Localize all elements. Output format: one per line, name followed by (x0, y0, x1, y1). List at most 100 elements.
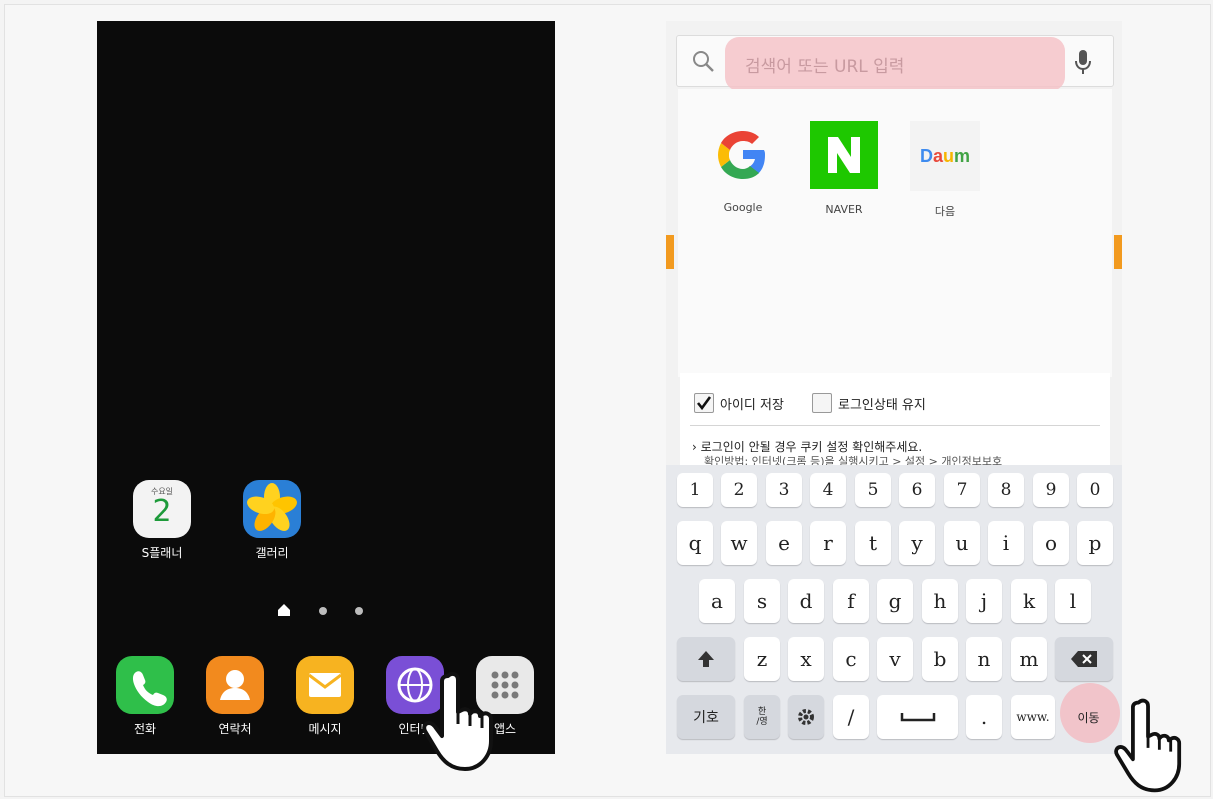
save-id-checkbox[interactable] (694, 393, 714, 413)
key-8[interactable]: 8 (988, 473, 1024, 507)
contacts-icon (206, 656, 264, 714)
key-b[interactable]: b (922, 637, 958, 681)
quick-access-panel: Google NAVER Daum 다음 (678, 89, 1112, 377)
quick-link-label: Google (723, 201, 763, 214)
key-j[interactable]: j (966, 579, 1002, 623)
app-s-planner[interactable]: 수요일 2 S플래너 (117, 480, 207, 561)
url-bar[interactable]: 검색어 또는 URL 입력 (676, 35, 1114, 91)
phone-icon (116, 656, 174, 714)
key-v[interactable]: v (877, 637, 913, 681)
key-e[interactable]: e (766, 521, 802, 565)
save-id-label: 아이디 저장 (720, 398, 784, 413)
divider (690, 425, 1100, 426)
key-k[interactable]: k (1011, 579, 1047, 623)
keyboard: 1 2 3 4 5 6 7 8 9 0 q w e r t y u i o p … (666, 465, 1122, 754)
gallery-icon (243, 480, 301, 538)
key-t[interactable]: t (855, 521, 891, 565)
message-icon (296, 656, 354, 714)
go-key[interactable]: 이동 (1064, 695, 1113, 739)
lang-top-label: 한 (757, 707, 767, 717)
browser-screen: 검색어 또는 URL 입력 Google NAVER Daum 다음 아이디 저… (666, 21, 1122, 754)
key-x[interactable]: x (788, 637, 824, 681)
microphone-icon[interactable] (1075, 49, 1091, 75)
space-icon (900, 713, 935, 722)
quick-link-daum[interactable]: Daum 다음 (900, 121, 990, 219)
backspace-key[interactable] (1055, 637, 1113, 681)
page-dot (355, 607, 363, 615)
key-5[interactable]: 5 (855, 473, 891, 507)
key-2[interactable]: 2 (721, 473, 757, 507)
quick-link-label: NAVER (825, 203, 863, 216)
search-icon (693, 51, 714, 72)
checkmark-icon (696, 396, 712, 411)
quick-link-label: 다음 (934, 205, 956, 218)
search-input[interactable]: 검색어 또는 URL 입력 (745, 52, 904, 77)
key-p[interactable]: p (1077, 521, 1113, 565)
key-n[interactable]: n (966, 637, 1002, 681)
quick-link-google[interactable]: Google (698, 123, 788, 214)
key-u[interactable]: u (944, 521, 980, 565)
key-f[interactable]: f (833, 579, 869, 623)
settings-key[interactable] (788, 695, 824, 739)
key-6[interactable]: 6 (899, 473, 935, 507)
key-o[interactable]: o (1033, 521, 1069, 565)
naver-logo-icon (810, 121, 878, 189)
shift-arrow-icon (698, 651, 714, 667)
key-z[interactable]: z (744, 637, 780, 681)
app-label: 갤러리 (255, 546, 289, 560)
key-w[interactable]: w (721, 521, 757, 565)
key-4[interactable]: 4 (810, 473, 846, 507)
keep-login-label: 로그인상태 유지 (838, 398, 926, 413)
dock-label: 전화 (133, 722, 157, 736)
keep-login-checkbox[interactable] (812, 393, 832, 413)
quick-link-naver[interactable]: NAVER (799, 121, 889, 216)
calendar-date: 2 (152, 494, 172, 529)
key-c[interactable]: c (833, 637, 869, 681)
language-key[interactable]: 한/영 (744, 695, 780, 739)
www-key[interactable]: www. (1011, 695, 1055, 739)
space-key[interactable] (877, 695, 958, 739)
calendar-icon: 수요일 2 (133, 480, 191, 538)
home-page-icon (278, 604, 290, 616)
key-m[interactable]: m (1011, 637, 1047, 681)
dock-contacts[interactable]: 연락처 (190, 656, 280, 737)
period-key[interactable]: . (966, 695, 1002, 739)
key-h[interactable]: h (922, 579, 958, 623)
app-gallery[interactable]: 갤러리 (227, 480, 317, 561)
key-a[interactable]: a (699, 579, 735, 623)
key-q[interactable]: q (677, 521, 713, 565)
key-d[interactable]: d (788, 579, 824, 623)
google-logo-icon (718, 131, 765, 179)
key-0[interactable]: 0 (1077, 473, 1113, 507)
page-accent-right (1114, 235, 1122, 269)
tap-hand-icon (422, 671, 493, 771)
lang-bottom-label: 영 (759, 717, 768, 727)
dock-label: 연락처 (218, 722, 252, 736)
gear-icon (798, 709, 814, 725)
page-indicator (277, 601, 377, 621)
page-dot (319, 607, 327, 615)
daum-logo-icon: Daum (910, 121, 980, 191)
key-9[interactable]: 9 (1033, 473, 1069, 507)
app-label: S플래너 (141, 546, 183, 560)
shift-key[interactable] (677, 637, 735, 681)
home-screen: 수요일 2 S플래너 갤러리 전화 연락처 메시지 인터넷 앱스 (97, 21, 555, 754)
login-options: 아이디 저장 로그인상태 유지 › 로그인이 안될 경우 쿠키 설정 확인해주세… (680, 373, 1110, 468)
key-r[interactable]: r (810, 521, 846, 565)
tap-hand-icon (1114, 698, 1182, 793)
key-g[interactable]: g (877, 579, 913, 623)
dock-label: 메시지 (308, 722, 342, 736)
slash-key[interactable]: / (833, 695, 869, 739)
key-7[interactable]: 7 (944, 473, 980, 507)
key-s[interactable]: s (744, 579, 780, 623)
key-y[interactable]: y (899, 521, 935, 565)
dock-phone[interactable]: 전화 (100, 656, 190, 737)
page-accent-left (666, 235, 674, 269)
backspace-icon (1071, 651, 1097, 667)
key-1[interactable]: 1 (677, 473, 713, 507)
key-3[interactable]: 3 (766, 473, 802, 507)
key-i[interactable]: i (988, 521, 1024, 565)
key-l[interactable]: l (1055, 579, 1091, 623)
dock-messages[interactable]: 메시지 (280, 656, 370, 737)
symbols-key[interactable]: 기호 (677, 695, 735, 739)
